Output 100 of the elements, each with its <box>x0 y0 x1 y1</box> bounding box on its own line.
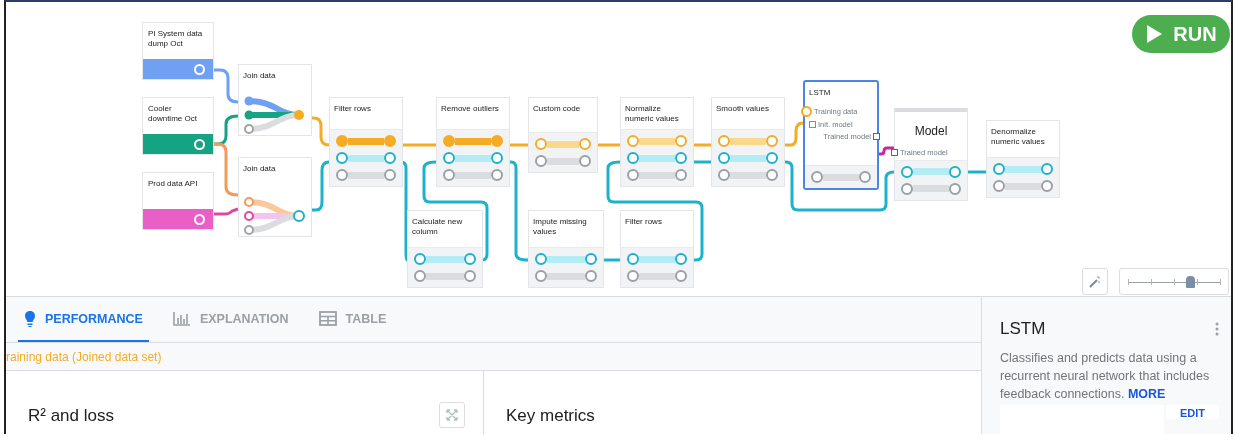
port-handle[interactable] <box>993 163 1005 175</box>
port-handle[interactable] <box>464 270 476 282</box>
port-handle[interactable] <box>675 270 687 282</box>
pipeline-node[interactable]: Filter rows <box>329 97 403 187</box>
port-handle[interactable] <box>585 253 597 265</box>
source-node[interactable]: Cooler downtime Oct <box>142 97 214 155</box>
connection-band <box>547 272 585 280</box>
port-handle[interactable] <box>443 169 455 181</box>
port-handle[interactable] <box>1041 163 1053 175</box>
node-title: Normalize numeric values <box>625 104 680 125</box>
port-handle[interactable] <box>443 135 455 147</box>
connection-band <box>639 272 675 280</box>
bar-chart-icon <box>172 311 191 326</box>
pipeline-node[interactable]: Remove outliers <box>436 97 510 187</box>
pipeline-node[interactable]: Impute missing values <box>528 210 604 288</box>
port-handle[interactable] <box>627 135 639 147</box>
port-handle[interactable] <box>384 169 396 181</box>
expand-icon <box>446 409 458 421</box>
port-handle[interactable] <box>491 135 503 147</box>
pipeline-node[interactable]: Custom code <box>528 97 598 173</box>
port-handle[interactable] <box>891 148 898 156</box>
port-handle[interactable] <box>811 171 823 183</box>
port-handle[interactable] <box>801 106 812 118</box>
connection-band <box>547 157 579 165</box>
more-link[interactable]: MORE <box>1127 387 1166 402</box>
port-handle[interactable] <box>491 169 503 181</box>
port-handle[interactable] <box>535 270 547 282</box>
port-handle[interactable] <box>949 165 961 178</box>
more-options-icon[interactable] <box>1215 322 1219 336</box>
pipeline-node[interactable]: Filter rows <box>620 210 694 288</box>
port-handle[interactable] <box>993 180 1005 192</box>
node-title: Smooth values <box>716 104 770 115</box>
expand-button[interactable] <box>439 402 465 428</box>
port-handle[interactable] <box>336 169 348 181</box>
node-title: Join data <box>243 71 277 82</box>
connection-band <box>730 154 766 162</box>
source-node[interactable]: Prod data API <box>142 172 214 230</box>
port-handle[interactable] <box>766 135 778 147</box>
port-handle[interactable] <box>414 270 426 282</box>
pipeline-node[interactable]: Join data <box>238 64 312 136</box>
pipeline-node[interactable]: Denormalize numeric values <box>986 120 1060 198</box>
magic-wand-button[interactable] <box>1082 268 1108 295</box>
port-handle[interactable] <box>718 135 730 147</box>
port-handle[interactable] <box>675 152 687 164</box>
port-handle[interactable] <box>873 133 880 141</box>
connection-band <box>1005 165 1041 173</box>
port-handle[interactable] <box>535 253 547 265</box>
node-title: Remove outliers <box>441 104 500 115</box>
port-handle[interactable] <box>859 171 871 183</box>
node-title: Cooler downtime Oct <box>148 104 198 125</box>
edit-button[interactable]: EDIT <box>1165 405 1219 420</box>
port-handle[interactable] <box>336 152 348 164</box>
port-handle[interactable] <box>675 253 687 265</box>
connection-band <box>348 137 384 145</box>
port-handle[interactable] <box>579 138 591 150</box>
source-node[interactable]: PI System data dump Oct <box>142 22 214 80</box>
port-handle[interactable] <box>579 155 591 167</box>
card-title: Key metrics <box>506 406 595 426</box>
pipeline-node[interactable]: Calculate new column <box>407 210 483 288</box>
zoom-slider[interactable] <box>1119 268 1229 295</box>
port-handle[interactable] <box>949 182 961 195</box>
port-handle[interactable] <box>384 152 396 164</box>
port-handle[interactable] <box>627 270 639 282</box>
port-handle[interactable] <box>627 152 639 164</box>
port-handle[interactable] <box>1041 180 1053 192</box>
node-title: Denormalize numeric values <box>991 127 1046 148</box>
connection-band <box>639 137 675 145</box>
node-title: Filter rows <box>334 104 372 115</box>
node-title: Impute missing values <box>533 217 588 238</box>
slider-thumb[interactable] <box>1185 276 1195 288</box>
port-handle[interactable] <box>718 169 730 181</box>
port-handle[interactable] <box>901 182 913 195</box>
port-handle[interactable] <box>627 253 639 265</box>
connection-band <box>639 171 675 179</box>
port-handle[interactable] <box>384 135 396 147</box>
port-handle[interactable] <box>535 138 547 150</box>
pipeline-node[interactable]: Normalize numeric values <box>620 97 694 187</box>
pipeline-node[interactable]: Join data <box>238 157 312 237</box>
port-handle[interactable] <box>443 152 455 164</box>
port-handle[interactable] <box>766 169 778 181</box>
port-handle[interactable] <box>809 121 816 129</box>
port-handle[interactable] <box>901 165 913 178</box>
port-handle[interactable] <box>535 155 547 167</box>
port-handle[interactable] <box>627 169 639 181</box>
connection-band <box>730 137 766 145</box>
connection-band <box>455 154 491 162</box>
pipeline-node[interactable]: Smooth values <box>711 97 785 187</box>
port-handle[interactable] <box>718 152 730 164</box>
port-handle[interactable] <box>414 253 426 265</box>
magic-wand-icon <box>1088 274 1102 289</box>
port-handle[interactable] <box>675 135 687 147</box>
port-handle[interactable] <box>585 270 597 282</box>
lightbulb-icon <box>24 309 36 328</box>
description-text: Classifies and predicts data using a recurrent neural network that includes feedback connections. MORE <box>1000 350 1211 404</box>
connector-line <box>212 207 239 216</box>
port-handle[interactable] <box>675 169 687 181</box>
port-handle[interactable] <box>491 152 503 164</box>
port-handle[interactable] <box>766 152 778 164</box>
port-handle[interactable] <box>464 253 476 265</box>
port-handle[interactable] <box>336 135 348 147</box>
